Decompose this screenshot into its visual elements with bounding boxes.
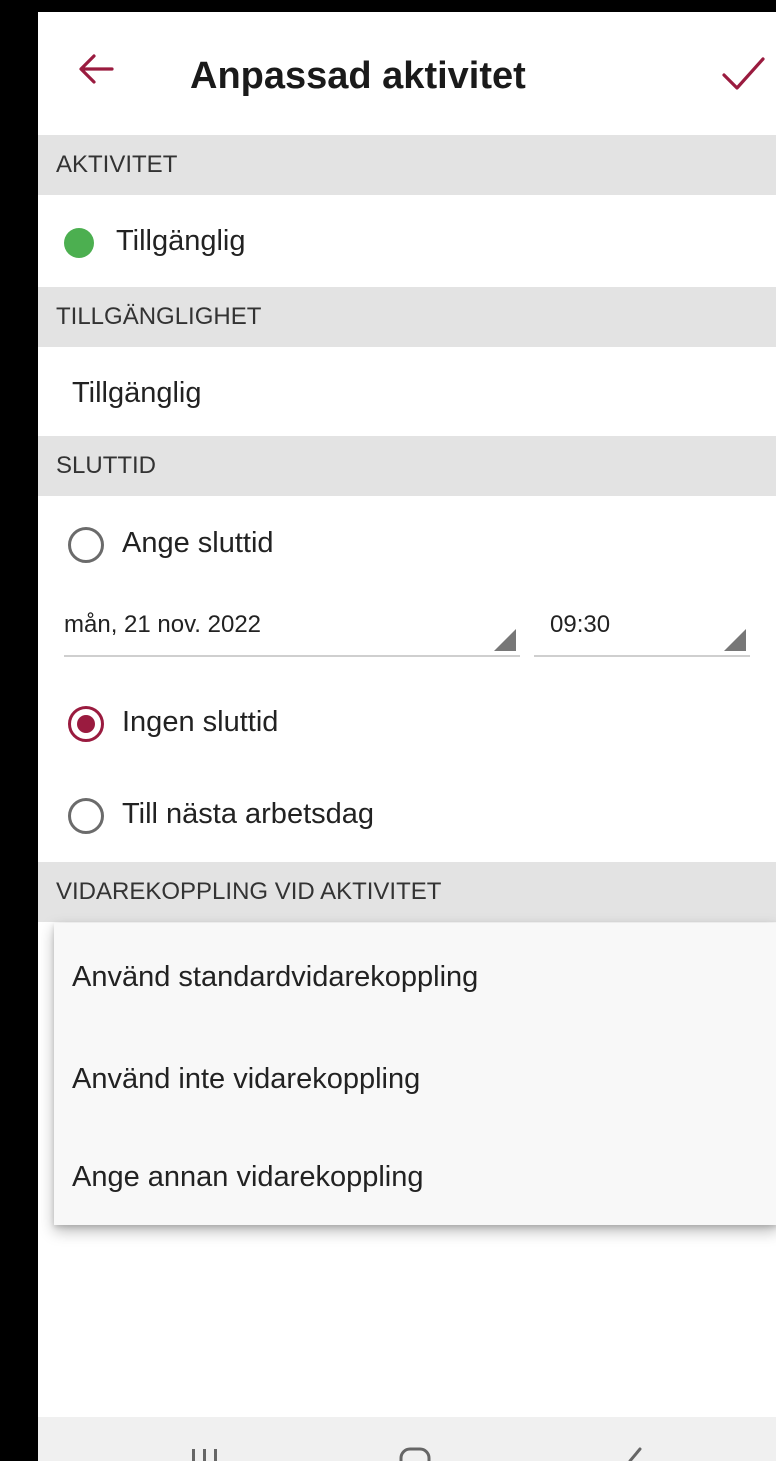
radio-button bbox=[68, 527, 104, 563]
page-title: Anpassad aktivitet bbox=[190, 55, 526, 97]
dropdown-triangle-icon bbox=[724, 629, 746, 651]
section-header-end-time: SLUTTID bbox=[38, 436, 776, 496]
section-header-activity: AKTIVITET bbox=[38, 135, 776, 195]
availability-value: Tillgänglig bbox=[72, 377, 202, 409]
section-header-availability: TILLGÄNGLIGHET bbox=[38, 287, 776, 347]
menu-item-other-forwarding[interactable]: Ange annan vidarekoppling bbox=[72, 1159, 424, 1195]
activity-value: Tillgänglig bbox=[116, 225, 246, 257]
check-icon bbox=[722, 57, 765, 90]
radio-option-set-end-time[interactable]: Ange sluttid bbox=[38, 507, 776, 587]
activity-row[interactable]: Tillgänglig bbox=[38, 195, 776, 287]
app-screen: Anpassad aktivitet AKTIVITET Tillgänglig… bbox=[0, 0, 776, 1461]
app-bar: Anpassad aktivitet bbox=[38, 12, 776, 135]
section-header-forwarding: VIDAREKOPPLING VID AKTIVITET bbox=[38, 862, 776, 922]
radio-label: Ange sluttid bbox=[122, 527, 274, 559]
home-icon[interactable] bbox=[398, 1447, 432, 1461]
date-picker[interactable]: mån, 21 nov. 2022 bbox=[64, 605, 520, 657]
menu-item-standard-forwarding[interactable]: Använd standardvidarekoppling bbox=[72, 959, 478, 995]
status-dot bbox=[64, 228, 94, 258]
date-value: mån, 21 nov. 2022 bbox=[64, 611, 262, 638]
arrow-left-icon bbox=[79, 54, 114, 84]
time-value: 09:30 bbox=[550, 611, 611, 638]
radio-button-checked bbox=[68, 706, 104, 742]
radio-button bbox=[68, 798, 104, 834]
radio-option-no-end-time[interactable]: Ingen sluttid bbox=[38, 686, 776, 766]
system-navigation-bar bbox=[38, 1417, 776, 1461]
dropdown-triangle-icon bbox=[494, 629, 516, 651]
recent-apps-icon[interactable] bbox=[190, 1447, 220, 1461]
back-button[interactable] bbox=[76, 49, 116, 89]
radio-label: Ingen sluttid bbox=[122, 706, 279, 738]
time-picker[interactable]: 09:30 bbox=[534, 605, 750, 657]
radio-label: Till nästa arbetsdag bbox=[122, 798, 375, 830]
forwarding-dropdown-menu: Använd standardvidarekoppling Använd int… bbox=[54, 923, 776, 1225]
back-icon[interactable] bbox=[624, 1447, 648, 1461]
menu-item-no-forwarding[interactable]: Använd inte vidarekoppling bbox=[72, 1061, 420, 1097]
confirm-button[interactable] bbox=[720, 53, 766, 93]
availability-row[interactable]: Tillgänglig bbox=[38, 347, 776, 437]
radio-option-next-workday[interactable]: Till nästa arbetsdag bbox=[38, 778, 776, 858]
